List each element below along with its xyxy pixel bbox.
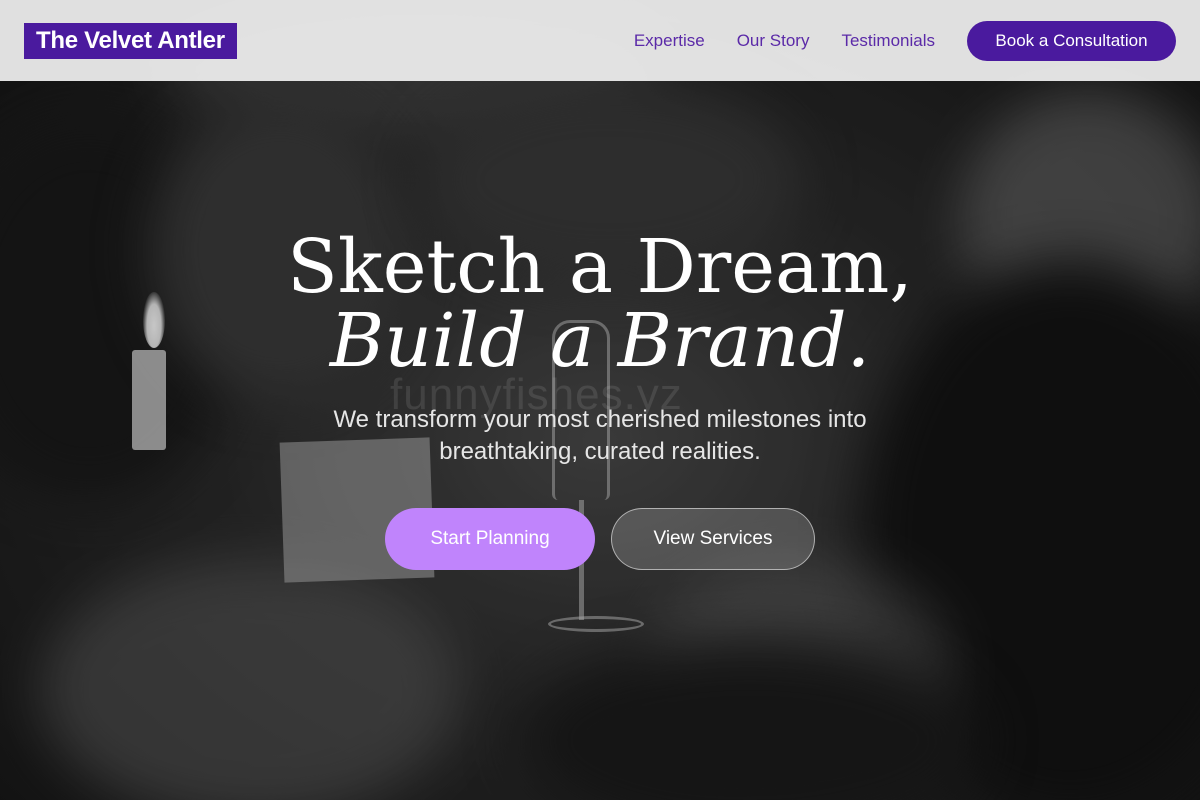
hero-headline-line2: Build a Brand. — [329, 298, 871, 384]
nav-link-testimonials[interactable]: Testimonials — [841, 31, 935, 51]
brand-logo[interactable]: The Velvet Antler — [24, 22, 237, 59]
hero-headline-line1: Sketch a Dream, — [287, 224, 913, 310]
hero-subtitle: We transform your most cherished milesto… — [333, 406, 867, 465]
start-planning-button[interactable]: Start Planning — [385, 508, 595, 570]
hero-section: Sketch a Dream, Build a Brand. We transf… — [0, 230, 1200, 570]
view-services-button[interactable]: View Services — [611, 508, 815, 570]
nav-link-our-story[interactable]: Our Story — [737, 31, 810, 51]
nav-links: Expertise Our Story Testimonials Book a … — [602, 20, 1176, 61]
navbar: The Velvet Antler Expertise Our Story Te… — [0, 0, 1200, 81]
book-consultation-button[interactable]: Book a Consultation — [967, 20, 1176, 61]
hero-actions: Start Planning View Services — [0, 508, 1200, 570]
nav-link-expertise[interactable]: Expertise — [634, 31, 705, 51]
